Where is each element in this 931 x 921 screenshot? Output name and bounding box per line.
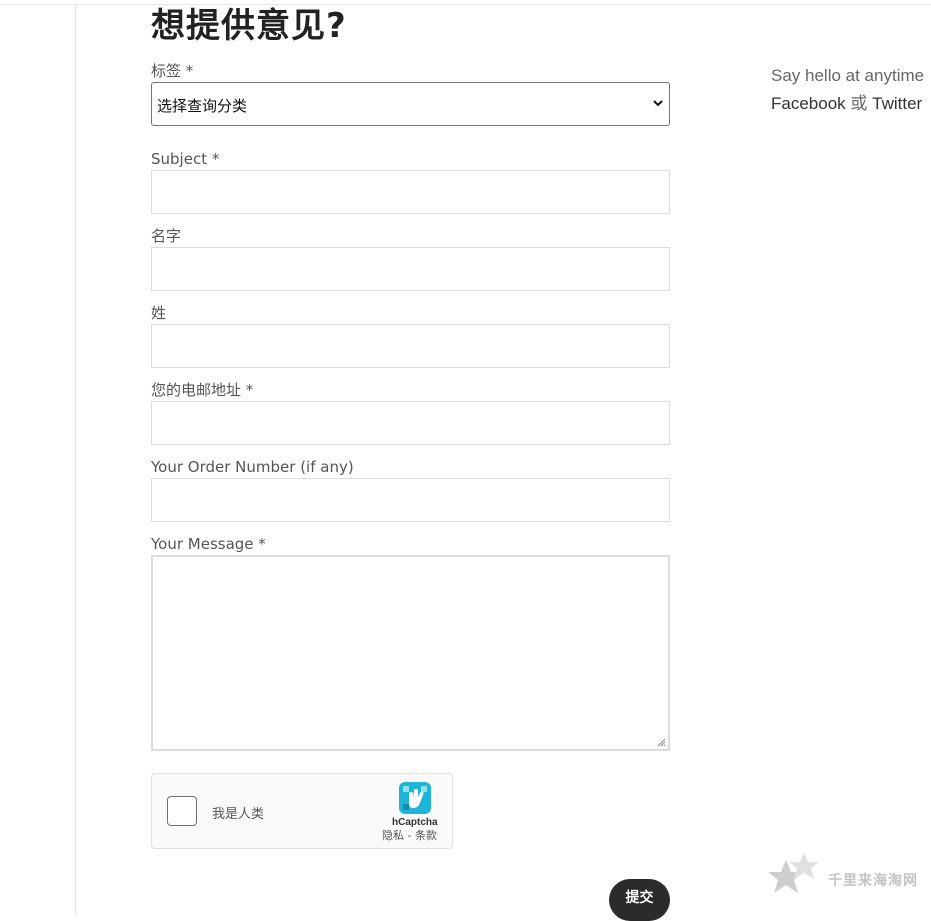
- first-name-input[interactable]: [151, 247, 670, 291]
- top-divider: [0, 4, 931, 5]
- watermark-text: 千里来海淘网: [828, 873, 918, 889]
- first-name-label: 名字: [151, 227, 182, 245]
- star-icon: [768, 852, 819, 893]
- facebook-link[interactable]: Facebook: [771, 94, 846, 113]
- tag-label: 标签 *: [151, 62, 194, 80]
- aside-or-text: 或: [850, 94, 868, 113]
- site-watermark: 千里来海淘网: [766, 850, 931, 905]
- chevron-down-icon: [653, 100, 663, 107]
- subject-label: Subject *: [151, 150, 220, 168]
- submit-button[interactable]: 提交: [609, 879, 670, 921]
- left-divider: [75, 5, 76, 916]
- message-textarea[interactable]: [151, 555, 670, 751]
- contact-aside: Say hello at anytime Facebook 或 Twitter: [771, 62, 931, 118]
- captcha-privacy-terms-links[interactable]: 隐私 - 条款: [382, 827, 437, 843]
- resize-grip-icon[interactable]: [656, 737, 666, 747]
- last-name-input[interactable]: [151, 324, 670, 368]
- order-number-input[interactable]: [151, 478, 670, 522]
- captcha-checkbox[interactable]: [167, 796, 197, 826]
- tag-select[interactable]: 选择查询分类: [151, 82, 670, 126]
- email-input[interactable]: [151, 401, 670, 445]
- subject-input[interactable]: [151, 170, 670, 214]
- twitter-link[interactable]: Twitter: [872, 94, 922, 113]
- last-name-label: 姓: [151, 304, 167, 322]
- captcha-label: 我是人类: [212, 807, 265, 822]
- message-label: Your Message *: [151, 535, 266, 553]
- order-number-label: Your Order Number (if any): [151, 458, 354, 476]
- tag-select-value: 选择查询分类: [157, 97, 248, 115]
- page-title: 想提供意见?: [151, 6, 347, 46]
- aside-greeting: Say hello at anytime: [771, 66, 925, 85]
- captcha-widget: 我是人类 hCaptcha 隐私 - 条款: [151, 773, 453, 849]
- hcaptcha-logo-icon: [399, 782, 431, 814]
- email-label: 您的电邮地址 *: [151, 381, 254, 399]
